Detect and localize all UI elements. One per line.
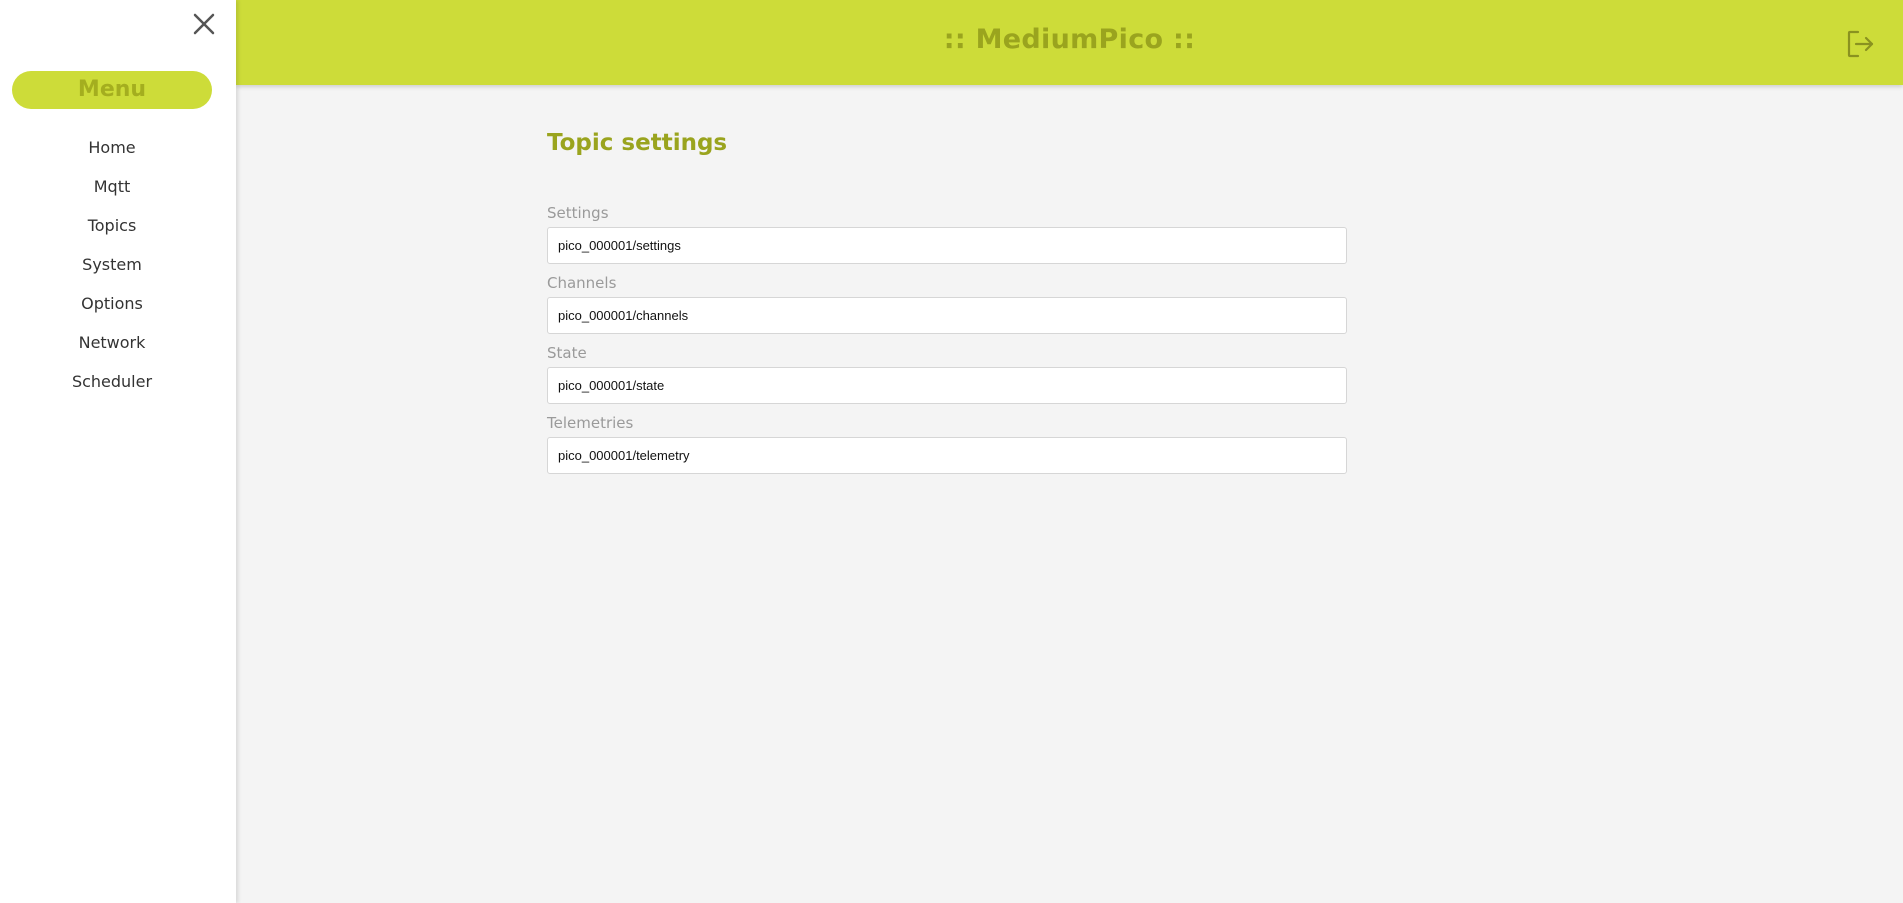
telemetries-label: Telemetries	[547, 414, 634, 432]
settings-input[interactable]	[547, 227, 1347, 264]
sidebar-item-network[interactable]: Network	[0, 328, 224, 367]
sidebar-item-options[interactable]: Options	[0, 289, 224, 328]
sidebar-nav: Home Mqtt Topics System Options Network …	[0, 133, 224, 406]
telemetries-input[interactable]	[547, 437, 1347, 474]
sidebar-item-mqtt[interactable]: Mqtt	[0, 172, 224, 211]
logout-icon[interactable]	[1845, 28, 1877, 60]
channels-label: Channels	[547, 274, 617, 292]
close-icon[interactable]	[190, 10, 218, 38]
page-title: Topic settings	[547, 130, 728, 156]
sidebar-item-scheduler[interactable]: Scheduler	[0, 367, 224, 406]
top-header: :: MediumPico ::	[236, 0, 1903, 85]
sidebar-item-topics[interactable]: Topics	[0, 211, 224, 250]
state-label: State	[547, 344, 587, 362]
settings-label: Settings	[547, 204, 609, 222]
topic-settings-form: Settings Channels State Telemetries	[547, 204, 1347, 474]
sidebar-item-home[interactable]: Home	[0, 133, 224, 172]
menu-header: Menu	[12, 71, 212, 109]
main-content: Topic settings Settings Channels State T…	[547, 130, 1347, 484]
sidebar-item-system[interactable]: System	[0, 250, 224, 289]
field-state: State	[547, 344, 1347, 404]
app-title: :: MediumPico ::	[943, 24, 1196, 55]
field-channels: Channels	[547, 274, 1347, 334]
sidebar: Menu Home Mqtt Topics System Options Net…	[0, 0, 236, 903]
state-input[interactable]	[547, 367, 1347, 404]
field-settings: Settings	[547, 204, 1347, 264]
field-telemetries: Telemetries	[547, 414, 1347, 474]
channels-input[interactable]	[547, 297, 1347, 334]
